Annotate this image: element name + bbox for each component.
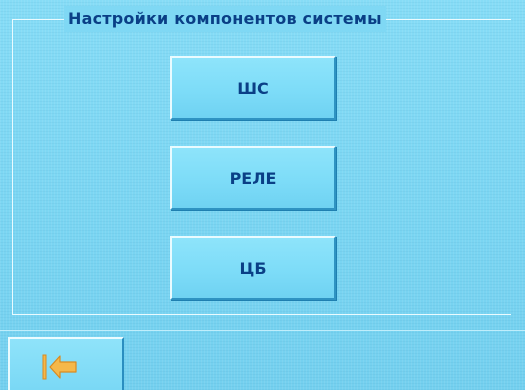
shs-button[interactable]: ШС [170,56,336,120]
shs-button-label: ШС [237,78,269,98]
cb-button[interactable]: ЦБ [170,236,336,300]
back-button[interactable] [8,337,124,390]
cb-button-label: ЦБ [239,258,267,278]
panel-title: Настройки компонентов системы [64,6,386,32]
relay-button-label: РЕЛЕ [229,168,277,188]
screen: Настройки компонентов системы ШС РЕЛЕ ЦБ [0,0,525,390]
back-arrow-icon [42,354,77,380]
relay-button[interactable]: РЕЛЕ [170,146,336,210]
